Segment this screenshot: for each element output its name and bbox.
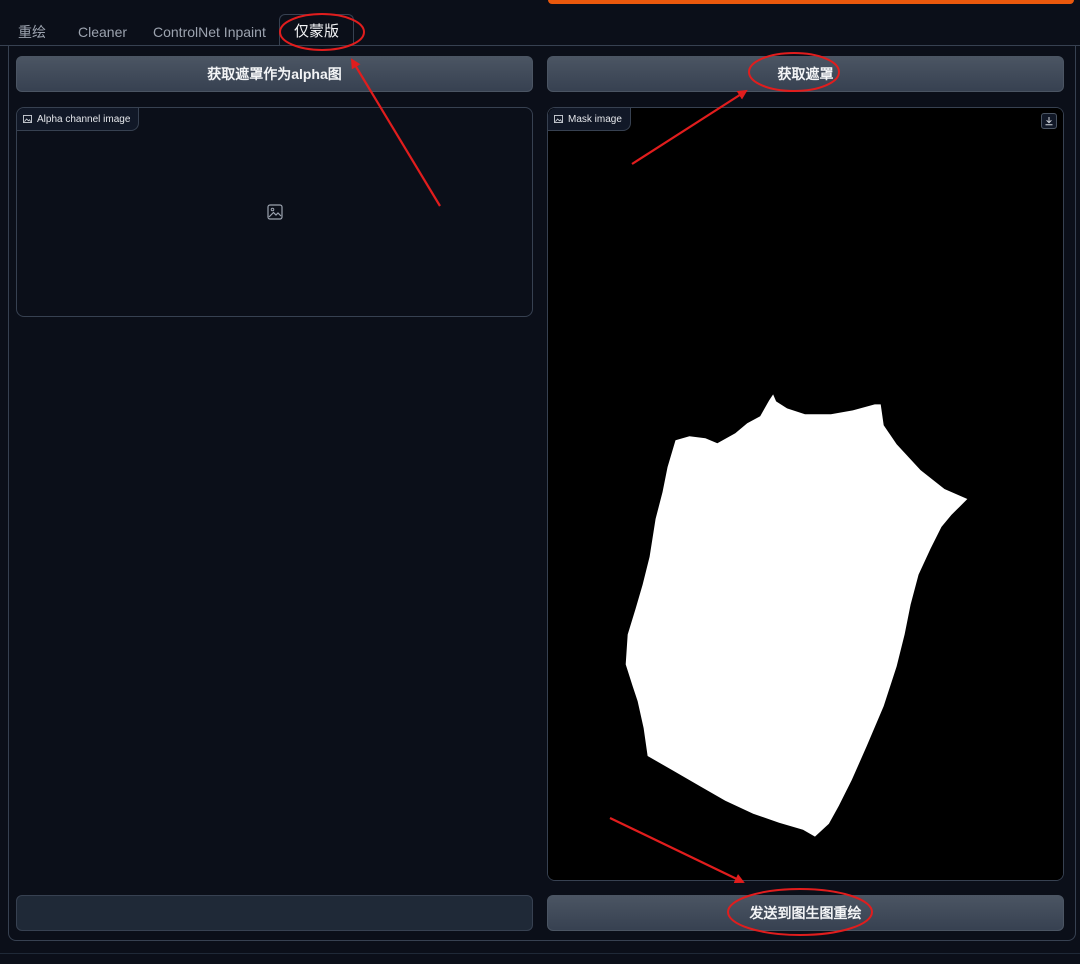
image-icon <box>554 115 563 123</box>
alpha-channel-image[interactable]: Alpha channel image <box>16 107 533 317</box>
tab-redraw[interactable]: 重绘 <box>18 14 46 46</box>
send-to-img2img-inpaint-button[interactable]: 发送到图生图重绘 <box>547 895 1064 931</box>
tab-controlnet-inpaint[interactable]: ControlNet Inpaint <box>153 14 266 46</box>
left-bottom-button[interactable] <box>16 895 533 931</box>
download-icon[interactable] <box>1041 113 1057 129</box>
alpha-channel-image-label: Alpha channel image <box>17 108 140 131</box>
mask-image[interactable]: Mask image <box>547 107 1064 881</box>
mask-image-label-text: Mask image <box>568 113 622 125</box>
image-placeholder-icon <box>267 204 283 220</box>
get-mask-as-alpha-button[interactable]: 获取遮罩作为alpha图 <box>16 56 533 92</box>
alpha-channel-image-label-text: Alpha channel image <box>37 113 131 125</box>
bottom-divider <box>0 953 1080 954</box>
app-page: 重绘 Cleaner ControlNet Inpaint 仅蒙版 获取遮罩作为… <box>0 0 1080 964</box>
get-mask-button[interactable]: 获取遮罩 <box>547 56 1064 92</box>
tab-mask-only[interactable]: 仅蒙版 <box>279 14 355 46</box>
tab-cleaner[interactable]: Cleaner <box>78 14 127 46</box>
image-icon <box>23 115 32 123</box>
mask-image-label: Mask image <box>548 108 631 131</box>
mask-preview <box>548 108 1063 880</box>
tab-bar: 重绘 Cleaner ControlNet Inpaint 仅蒙版 <box>0 14 1080 46</box>
accent-bar <box>548 0 1074 4</box>
